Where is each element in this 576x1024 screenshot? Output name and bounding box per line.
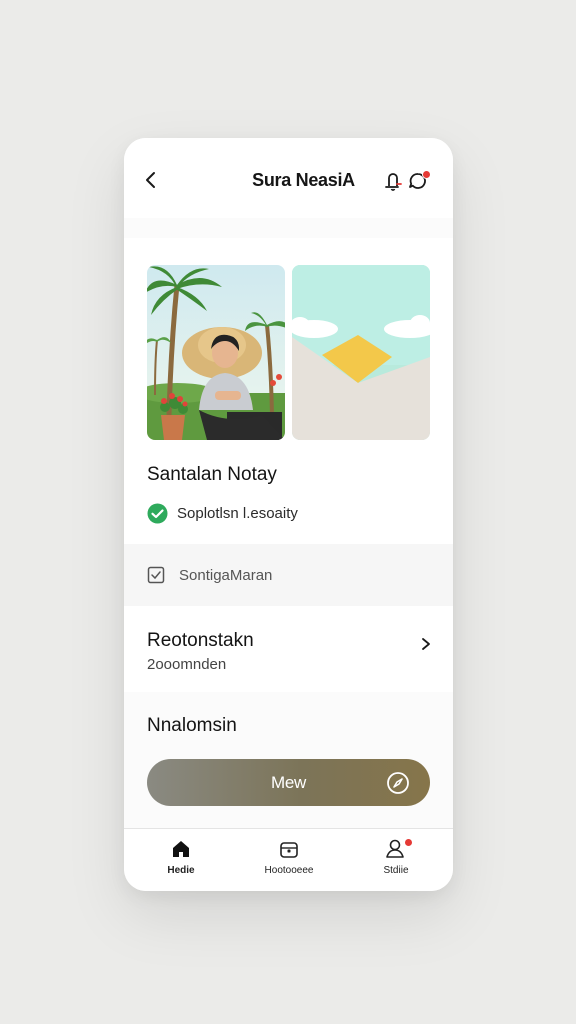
notification-badge [422, 170, 431, 179]
nav-row-subtitle: 2ooomnden [147, 656, 227, 673]
top-bar: Sura NeasiA [124, 138, 453, 218]
tab-bag-label: Hootooeee [264, 865, 314, 876]
home-icon [173, 841, 189, 857]
navigation-row[interactable]: Reotonstakn 2ooomnden [124, 606, 453, 692]
verified-text: Soplotlsn l.esoaity [177, 505, 298, 522]
bottom-tab-bar: Hedie Hootooeee Stdiie [124, 828, 453, 891]
primary-action-button[interactable]: Mew [147, 759, 430, 806]
tab-profile-label: Stdiie [383, 865, 409, 876]
setting-row[interactable]: SontigaMaran [124, 544, 453, 606]
profile-photo[interactable] [147, 265, 285, 440]
messages-button[interactable] [407, 169, 431, 193]
landscape-placeholder [292, 265, 430, 440]
compass-icon [387, 772, 409, 794]
profile-name: Santalan Notay [147, 464, 277, 485]
tab-home-label: Hedie [167, 865, 195, 876]
cover-image[interactable] [292, 265, 430, 440]
check-circle-icon [147, 503, 168, 524]
nav-row-title: Reotonstakn [147, 630, 254, 651]
tab-bag[interactable]: Hootooeee [234, 829, 344, 891]
farmer-illustration [147, 265, 285, 440]
tab-profile[interactable]: Stdiie [341, 829, 451, 891]
tab-badge [404, 838, 413, 847]
bag-icon [280, 842, 298, 858]
tab-home[interactable]: Hedie [126, 829, 236, 891]
setting-label: SontigaMaran [179, 566, 273, 584]
chevron-right-icon [422, 638, 430, 650]
phone-screen: Sura NeasiA Santalan Notay Soplotlsn l.e… [124, 138, 453, 891]
verified-status: Soplotlsn l.esoaity [147, 503, 298, 524]
checkbox-icon [147, 566, 165, 584]
bell-icon [385, 173, 402, 191]
notifications-button[interactable] [382, 169, 404, 193]
section-heading: Nnalomsin [147, 715, 237, 736]
